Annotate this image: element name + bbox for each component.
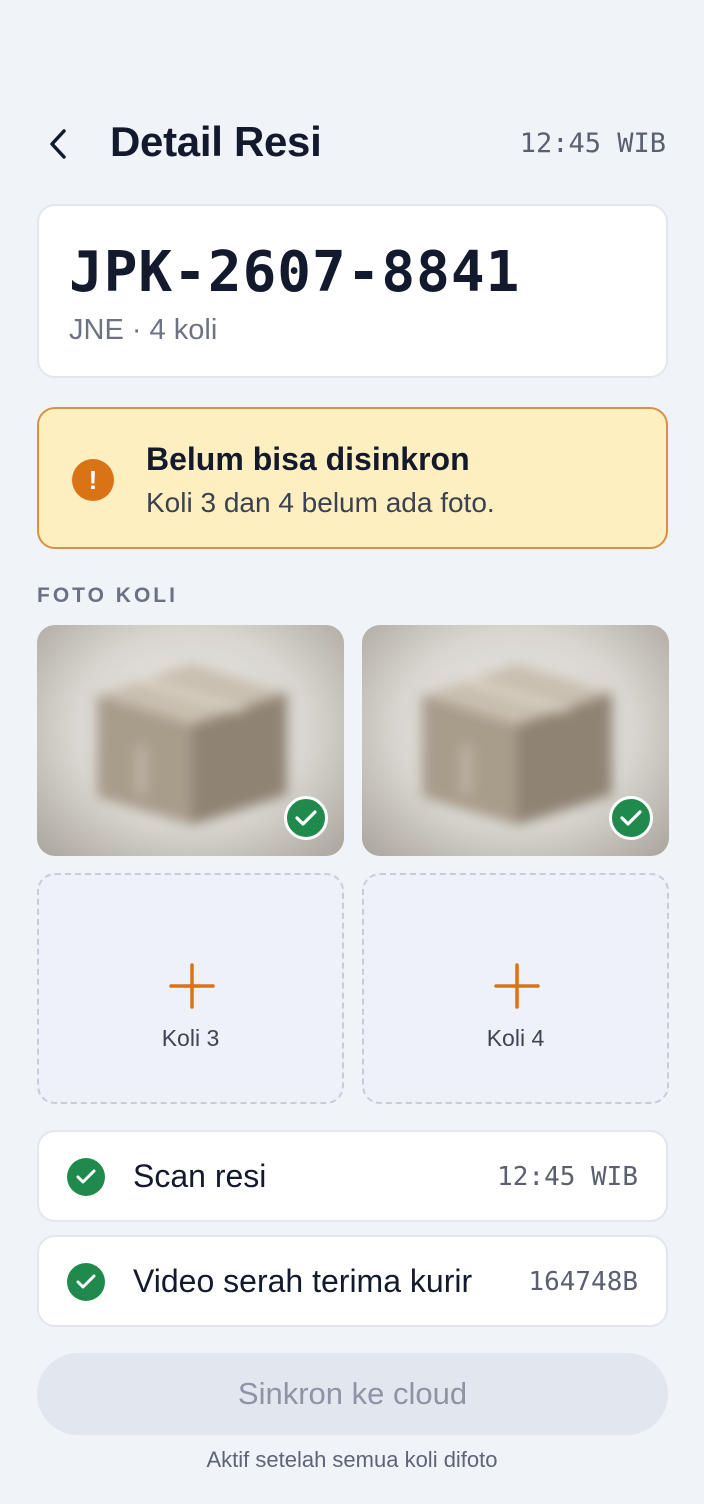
resi-subtitle: JNE · 4 koli [69,314,218,346]
section-label-photos: FOTO KOLI [37,584,178,607]
header-time: 12:45 WIB [519,128,666,159]
check-icon [284,796,328,840]
resi-number: JPK-2607-8841 [69,240,521,305]
photo-tile-koli-1[interactable] [37,625,344,856]
plus-icon [169,963,215,1009]
step-label: Video serah terima kurir [133,1263,473,1299]
step-scan-resi: Scan resi 12:45 WIB [37,1130,668,1222]
check-icon [609,796,653,840]
sync-warning-banner: ! Belum bisa disinkron Koli 3 dan 4 belu… [37,407,668,549]
sync-to-cloud-button[interactable]: Sinkron ke cloud [37,1353,668,1435]
resi-card: JPK-2607-8841 JNE · 4 koli [37,204,668,378]
tile-label: Koli 4 [486,1025,545,1051]
warning-title: Belum bisa disinkron [146,441,470,477]
sync-hint: Aktif setelah semua koli difoto [206,1447,498,1472]
step-value: 164748B [528,1267,638,1297]
chevron-left-icon [50,129,66,159]
exclamation-icon: ! [72,459,114,501]
photo-tile-koli-2[interactable] [362,625,669,856]
step-label: Scan resi [133,1158,267,1194]
add-photo-koli-3[interactable]: Koli 3 [37,873,344,1104]
step-value: 12:45 WIB [497,1162,638,1192]
add-photo-koli-4[interactable]: Koli 4 [362,873,669,1104]
plus-icon [494,963,540,1009]
check-icon [67,1158,105,1196]
top-bar: Detail Resi 12:45 WIB [0,110,704,180]
page-title: Detail Resi [110,118,322,165]
tile-label: Koli 3 [161,1025,220,1051]
step-video-handover: Video serah terima kurir 164748B [37,1235,668,1327]
back-button[interactable] [38,124,78,164]
check-icon [67,1263,105,1301]
warning-message: Koli 3 dan 4 belum ada foto. [146,487,495,518]
